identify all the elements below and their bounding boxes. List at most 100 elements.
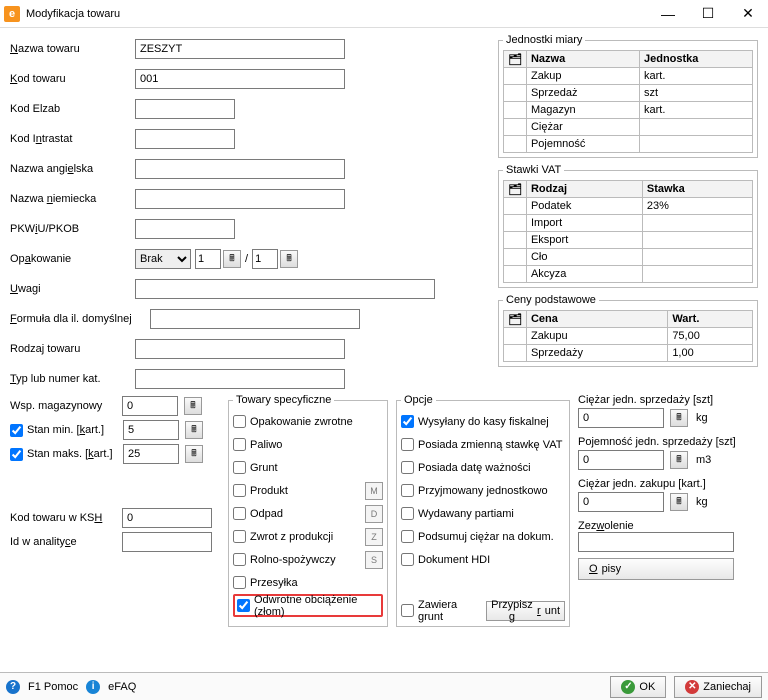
label-formula: Formuła dla il. domyślnej [10, 313, 150, 325]
label-kod: Kod towaru [10, 73, 135, 85]
calc-icon[interactable]: 🖩 [670, 493, 688, 511]
nazwa-towaru-input[interactable] [135, 39, 345, 59]
label-uwagi: Uwagi [10, 283, 135, 295]
table-icon[interactable]: 🗂 [504, 181, 527, 198]
label-pkwiu: PKWiU/PKOB [10, 223, 135, 235]
ksh-label: Kod towaru w KSH [10, 512, 118, 524]
kod-intrastat-input[interactable] [135, 129, 235, 149]
pkwiu-input[interactable] [135, 219, 235, 239]
stanmin-check[interactable] [10, 424, 23, 437]
d-button[interactable]: D [365, 505, 383, 523]
cancel-button[interactable]: ✕Zaniechaj [674, 676, 762, 698]
jednostki-table[interactable]: 🗂 Nazwa Jednostka Zakupkart. Sprzedaższt… [503, 50, 753, 153]
chk-kasa[interactable] [401, 415, 414, 428]
label-rodzaj: Rodzaj towaru [10, 343, 135, 355]
form-left: NNazwa towaruazwa towaru Kod towaru Kod … [10, 34, 490, 394]
stanmax-check[interactable] [10, 448, 23, 461]
opak-n1-input[interactable] [195, 249, 221, 269]
vat-table[interactable]: 🗂 Rodzaj Stawka Podatek23% Import Ekspor… [503, 180, 753, 283]
kod-towaru-input[interactable] [135, 69, 345, 89]
m-button[interactable]: M [365, 482, 383, 500]
label-ang: Nazwa angielska [10, 163, 135, 175]
label-nazwa: NNazwa towaruazwa towaru [10, 43, 135, 55]
s-button[interactable]: S [365, 551, 383, 569]
col-stawka: Stawka [642, 181, 752, 198]
efaq-label[interactable]: eFAQ [108, 681, 136, 693]
window-title: Modyfikacja towaru [26, 8, 648, 20]
chk-opak-zwrotne[interactable] [233, 415, 246, 428]
chk-produkt[interactable] [233, 484, 246, 497]
table-icon[interactable]: 🗂 [504, 51, 527, 68]
kod-elzab-input[interactable] [135, 99, 235, 119]
calc-icon[interactable]: 🖩 [670, 451, 688, 469]
chk-grunt[interactable] [233, 461, 246, 474]
stanmax-input[interactable] [123, 444, 179, 464]
ciezar-zk-input[interactable] [578, 492, 664, 512]
poj-sp-input[interactable] [578, 450, 664, 470]
unit-kg: kg [696, 412, 708, 424]
rodzaj-input[interactable] [135, 339, 345, 359]
ciezar-sp-input[interactable] [578, 408, 664, 428]
table-icon[interactable]: 🗂 [504, 311, 527, 328]
vat-group: Stawki VAT 🗂 Rodzaj Stawka Podatek23% Im… [498, 164, 758, 288]
chk-podsumuj[interactable] [401, 530, 414, 543]
chk-odpad[interactable] [233, 507, 246, 520]
opisy-button[interactable]: Opisy [578, 558, 734, 580]
unit-kg: kg [696, 496, 708, 508]
nazwa-niem-input[interactable] [135, 189, 345, 209]
ok-button[interactable]: ✓OK [610, 676, 666, 698]
przypisz-grunt-button[interactable]: Przypisz grunt [486, 601, 565, 621]
ksh-input[interactable] [122, 508, 212, 528]
calc-icon[interactable]: 🖩 [670, 409, 688, 427]
wsp-input[interactable] [122, 396, 178, 416]
chk-label: Wydawany partiami [418, 508, 514, 520]
cell: Zakup [526, 68, 639, 85]
chk-data-wazn[interactable] [401, 461, 414, 474]
efaq-icon[interactable]: i [86, 680, 100, 694]
ciezar-sp-label: Ciężar jedn. sprzedaży [szt] [578, 394, 758, 406]
stanmax-label: Stan maks. [kart.] [27, 448, 119, 460]
uwagi-input[interactable] [135, 279, 435, 299]
cell: Zakupu [526, 328, 667, 345]
check-icon: ✓ [621, 680, 635, 694]
calc-icon[interactable]: 🖩 [280, 250, 298, 268]
chk-paliwo[interactable] [233, 438, 246, 451]
opak-n2-input[interactable] [252, 249, 278, 269]
opcje-group: Opcje Wysyłany do kasy fiskalnej Posiada… [396, 394, 570, 627]
formula-input[interactable] [150, 309, 360, 329]
chk-zwrot[interactable] [233, 530, 246, 543]
chk-rolno[interactable] [233, 553, 246, 566]
chk-label: Grunt [250, 462, 278, 474]
typ-input[interactable] [135, 369, 345, 389]
stanmin-label: Stan min. [kart.] [27, 424, 119, 436]
label-niem: Nazwa niemiecka [10, 193, 135, 205]
calc-icon[interactable]: 🖩 [184, 397, 202, 415]
anal-input[interactable] [122, 532, 212, 552]
chk-partiami[interactable] [401, 507, 414, 520]
calc-icon[interactable]: 🖩 [223, 250, 241, 268]
stanmin-input[interactable] [123, 420, 179, 440]
opakowanie-select[interactable]: Brak [135, 249, 191, 269]
ceny-group: Ceny podstawowe 🗂 Cena Wart. Zakupu75,00… [498, 294, 758, 367]
chk-hdi[interactable] [401, 553, 414, 566]
calc-icon[interactable]: 🖩 [185, 445, 203, 463]
jednostki-legend: Jednostki miary [503, 34, 585, 46]
chk-zawiera-grunt[interactable] [401, 604, 414, 617]
help-label[interactable]: F1 Pomoc [28, 681, 78, 693]
label-typ: Typ lub numer kat. [10, 373, 135, 385]
chk-jednostkowo[interactable] [401, 484, 414, 497]
help-icon[interactable]: ? [6, 680, 20, 694]
chk-zmienna-vat[interactable] [401, 438, 414, 451]
chk-przesylka[interactable] [233, 576, 246, 589]
chk-label: Przesyłka [250, 577, 298, 589]
nazwa-ang-input[interactable] [135, 159, 345, 179]
close-button[interactable]: ✕ [728, 0, 768, 28]
chk-label: Opakowanie zwrotne [250, 416, 353, 428]
calc-icon[interactable]: 🖩 [185, 421, 203, 439]
zezwolenie-input[interactable] [578, 532, 734, 552]
z-button[interactable]: Z [365, 528, 383, 546]
maximize-button[interactable]: ☐ [688, 0, 728, 28]
minimize-button[interactable]: — [648, 0, 688, 28]
chk-odwrotne[interactable] [237, 599, 250, 612]
ceny-table[interactable]: 🗂 Cena Wart. Zakupu75,00 Sprzedaży1,00 [503, 310, 753, 362]
